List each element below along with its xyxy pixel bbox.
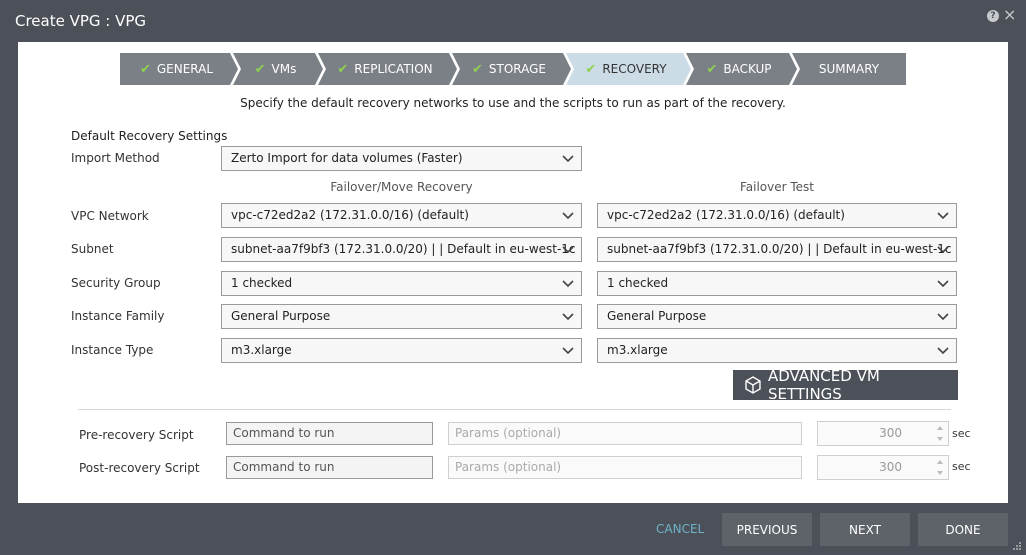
resize-grip-icon[interactable] [1012,541,1022,551]
vpc-network-label: VPC Network [71,209,149,223]
spinner-arrows-icon[interactable] [934,457,946,478]
step-replication[interactable]: ✔ REPLICATION [318,53,452,85]
pre-recovery-command-input[interactable]: Command to run [226,422,433,445]
chevron-down-icon [937,212,949,220]
advanced-vm-settings-button[interactable]: ADVANCED VM SETTINGS [733,367,958,403]
subnet-failover-select[interactable]: subnet-aa7f9bf3 (172.31.0.0/20) | | Defa… [221,237,582,262]
next-button[interactable]: NEXT [820,513,910,546]
select-value: m3.xlarge [607,343,668,357]
security-group-failover-select[interactable]: 1 checked [221,271,582,296]
check-icon: ✔ [254,61,266,77]
step-backup[interactable]: ✔ BACKUP [686,53,792,85]
step-storage[interactable]: ✔ STORAGE [452,53,566,85]
post-recovery-params-input[interactable]: Params (optional) [448,456,802,479]
subnet-test-select[interactable]: subnet-aa7f9bf3 (172.31.0.0/20) | | Defa… [597,237,957,262]
step-separator-icon [678,53,694,85]
chevron-down-icon [937,246,949,254]
spinner-arrows-icon[interactable] [934,423,946,444]
post-recovery-command-input[interactable]: Command to run [226,456,433,479]
help-icon[interactable]: ? [987,10,999,22]
check-icon: ✔ [139,61,151,77]
select-value: subnet-aa7f9bf3 (172.31.0.0/20) | | Defa… [231,242,576,256]
chevron-down-icon [562,313,574,321]
step-label: SUMMARY [818,62,880,76]
select-value: subnet-aa7f9bf3 (172.31.0.0/20) | | Defa… [607,242,952,256]
step-recovery[interactable]: ✔ RECOVERY [566,53,686,85]
import-method-select[interactable]: Zerto Import for data volumes (Faster) [221,146,582,171]
pre-recovery-params-input[interactable]: Params (optional) [448,422,802,445]
cancel-button[interactable]: CANCEL [656,522,704,536]
section-divider [78,409,951,410]
select-value: General Purpose [231,309,331,323]
post-recovery-timeout-stepper[interactable]: 300 [817,455,949,480]
check-icon: ✔ [585,61,597,77]
step-label: RECOVERY [602,62,667,76]
wizard-steps: ✔ GENERAL ✔ VMs ✔ REPLICATION ✔ STORAGE … [120,53,906,85]
previous-button[interactable]: PREVIOUS [722,513,812,546]
step-vms[interactable]: ✔ VMs [233,53,318,85]
step-label: STORAGE [488,62,547,76]
chevron-down-icon [562,155,574,163]
instance-family-label: Instance Family [71,309,165,323]
security-group-test-select[interactable]: 1 checked [597,271,957,296]
step-separator-icon [225,53,241,85]
vpc-network-failover-select[interactable]: vpc-c72ed2a2 (172.31.0.0/16) (default) [221,203,582,228]
check-icon: ✔ [337,61,349,77]
timeout-value: 300 [879,426,902,440]
instance-type-failover-select[interactable]: m3.xlarge [221,338,582,363]
check-icon: ✔ [471,61,483,77]
pre-recovery-timeout-unit: sec [952,427,971,440]
section-title: Default Recovery Settings [71,129,228,143]
step-separator-icon [784,53,800,85]
import-method-label: Import Method [71,151,160,165]
instance-family-failover-select[interactable]: General Purpose [221,304,582,329]
select-value: Zerto Import for data volumes (Faster) [231,151,463,165]
security-group-label: Security Group [71,276,161,290]
step-label: VMs [271,62,297,76]
step-separator-icon [558,53,574,85]
step-summary[interactable]: SUMMARY [792,53,906,85]
page-subtitle: Specify the default recovery networks to… [240,96,786,110]
select-value: vpc-c72ed2a2 (172.31.0.0/16) (default) [607,208,845,222]
post-recovery-script-label: Post-recovery Script [79,461,200,475]
chevron-down-icon [562,280,574,288]
cube-icon [745,376,761,394]
select-value: 1 checked [231,276,293,290]
check-icon: ✔ [706,61,718,77]
chevron-down-icon [937,347,949,355]
post-recovery-timeout-unit: sec [952,460,971,473]
step-label: REPLICATION [354,62,433,76]
vpc-network-test-select[interactable]: vpc-c72ed2a2 (172.31.0.0/16) (default) [597,203,957,228]
window-titlebar: Create VPG : VPG ? × [0,0,1026,42]
instance-type-label: Instance Type [71,343,154,357]
instance-type-test-select[interactable]: m3.xlarge [597,338,957,363]
step-label: GENERAL [156,62,214,76]
step-general[interactable]: ✔ GENERAL [120,53,233,85]
chevron-down-icon [937,280,949,288]
step-separator-icon [310,53,326,85]
step-label: BACKUP [723,62,772,76]
column-header-failover: Failover/Move Recovery [330,180,473,194]
window-title: Create VPG : VPG [15,12,147,30]
close-icon[interactable]: × [1003,7,1016,23]
timeout-value: 300 [879,460,902,474]
column-header-test: Failover Test [739,180,815,194]
select-value: 1 checked [607,276,669,290]
advanced-vm-settings-label: ADVANCED VM SETTINGS [767,367,880,403]
instance-family-test-select[interactable]: General Purpose [597,304,957,329]
subnet-label: Subnet [71,242,114,256]
step-separator-icon [444,53,460,85]
chevron-down-icon [562,212,574,220]
select-value: vpc-c72ed2a2 (172.31.0.0/16) (default) [231,208,469,222]
chevron-down-icon [937,313,949,321]
done-button[interactable]: DONE [918,513,1008,546]
chevron-down-icon [562,246,574,254]
chevron-down-icon [562,347,574,355]
select-value: General Purpose [607,309,707,323]
pre-recovery-timeout-stepper[interactable]: 300 [817,421,949,446]
select-value: m3.xlarge [231,343,292,357]
pre-recovery-script-label: Pre-recovery Script [79,428,194,442]
